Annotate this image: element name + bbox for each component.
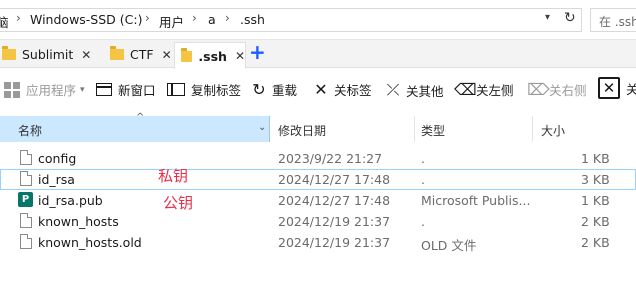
close-right-button[interactable]: ⌦ 关右侧 [527,80,587,99]
file-row-known-hosts-old[interactable]: known_hosts.old 2024/12/19 21:37 OLD 文件 … [0,232,636,253]
close-icon[interactable]: ✕ [235,49,245,63]
file-row-id-rsa-pub[interactable]: P id_rsa.pub 2024/12/27 17:48 Microsoft … [0,190,636,211]
file-name: id_rsa [38,172,75,187]
close-icon: ✕ [314,80,328,99]
chevron-right-icon[interactable]: › [225,11,230,25]
add-tab-button[interactable]: + [249,40,266,64]
column-type-header[interactable]: 类型 [421,122,445,139]
chevron-right-icon[interactable]: › [192,11,197,25]
file-icon [20,171,32,186]
file-name: config [38,151,77,166]
file-modified: 2024/12/19 21:37 [278,235,391,250]
column-divider[interactable] [414,116,415,142]
breadcrumb-users[interactable]: 用户 [159,12,184,31]
publisher-icon: P [18,192,36,207]
file-icon [20,234,32,249]
file-size: 1 KB [581,193,610,208]
close-tab-label: 关标签 [334,83,372,98]
breadcrumb-user[interactable]: a [208,12,216,27]
chevron-down-icon[interactable]: ▾ [545,12,550,23]
file-size: 1 KB [581,151,610,166]
breadcrumb-this-pc[interactable]: 脑 [0,12,9,31]
reload-label: 重载 [272,83,298,98]
close-left-label: 关左侧 [476,83,514,98]
file-type: . [421,214,425,229]
folder-icon [181,47,193,62]
new-window-label: 新窗口 [118,83,156,98]
reload-button[interactable]: ↻ 重载 [250,80,297,99]
search-placeholder: 在 .ssh [599,15,636,29]
file-icon [20,150,32,165]
copy-tab-label: 复制标签 [191,83,242,98]
column-modified-header[interactable]: 修改日期 [278,122,326,139]
column-name-label[interactable]: 名称 [18,122,42,139]
close-left-icon: ⌫ [454,80,477,99]
folder-icon [2,46,16,60]
public-key-annotation: 公钥 [163,194,194,212]
tab-sublimit[interactable]: Sublimit ✕ [0,42,104,67]
reload-icon: ↻ [252,80,266,99]
close-all-icon: ✕ [598,77,620,99]
apps-button[interactable]: 应用程序 ▾ [4,80,85,99]
file-type: Microsoft Publis... [421,193,531,208]
copy-tab-button[interactable]: 复制标签 [167,80,241,99]
tab-ssh[interactable]: .ssh ✕ [174,42,246,69]
private-key-annotation: 私钥 [158,167,189,185]
column-divider[interactable] [532,116,533,142]
close-others-icon: ⤫ [386,80,400,99]
close-all-label: 关 [626,81,636,97]
chevron-right-icon[interactable]: › [145,11,150,25]
file-row-config[interactable]: config 2023/9/22 21:27 . 1 KB [0,148,636,169]
file-name: known_hosts [38,214,119,229]
tab-label: Sublimit [22,47,74,62]
close-right-icon: ⌦ [527,80,550,99]
file-size: 3 KB [581,172,610,187]
file-modified: 2023/9/22 21:27 [278,151,383,166]
column-size-header[interactable]: 大小 [541,122,565,139]
copy-tab-icon [167,83,185,96]
close-others-label: 关其他 [406,83,444,99]
file-size: 2 KB [581,214,610,229]
close-tab-button[interactable]: ✕ 关标签 [312,80,372,99]
tab-bar: Sublimit ✕ CTF ✕ .ssh ✕ + [0,40,636,69]
close-icon[interactable]: ✕ [81,48,91,62]
window-icon [96,83,112,96]
folder-icon [110,46,124,60]
file-row-known-hosts[interactable]: known_hosts 2024/12/19 21:37 . 2 KB [0,211,636,232]
breadcrumb-ssh[interactable]: .ssh [240,12,265,27]
column-headers: ^ 名称 ⌄ 修改日期 类型 大小 [0,112,636,142]
tab-label: .ssh [198,48,227,64]
file-type: . [421,172,425,187]
file-size: 2 KB [581,235,610,250]
search-input[interactable]: 在 .ssh [590,8,636,32]
new-window-button[interactable]: 新窗口 [96,80,156,99]
file-row-id-rsa[interactable]: id_rsa 2024/12/27 17:48 . 3 KB [0,169,636,190]
file-type: . [421,151,425,166]
file-modified: 2024/12/19 21:37 [278,214,391,229]
close-others-button[interactable]: ⤫ 关其他 [384,80,444,100]
chevron-down-icon: ▾ [80,84,85,95]
close-left-button[interactable]: ⌫ 关左侧 [454,80,514,99]
address-bar: 脑 › Windows-SSD (C:) › 用户 › a › .ssh ▾ ↻… [0,0,636,40]
apps-label: 应用程序 [26,83,77,98]
breadcrumb-drive[interactable]: Windows-SSD (C:) [30,12,142,27]
refresh-icon[interactable]: ↻ [564,10,576,26]
chevron-right-icon[interactable]: › [16,11,21,25]
tab-label: CTF [130,47,154,62]
apps-grid-icon [4,81,20,98]
sort-ascending-icon: ^ [136,112,145,123]
file-name: id_rsa.pub [38,193,103,208]
file-icon [20,213,32,228]
file-name: known_hosts.old [38,235,142,250]
close-right-label: 关右侧 [549,83,587,98]
file-type: OLD 文件 [421,238,477,253]
file-modified: 2024/12/27 17:48 [278,193,391,208]
close-all-button[interactable]: ✕ 关 [598,77,636,99]
chevron-down-icon[interactable]: ⌄ [258,122,266,133]
close-icon[interactable]: ✕ [162,48,172,62]
tab-ctf[interactable]: CTF ✕ [104,42,174,67]
toolbar: 应用程序 ▾ 新窗口 复制标签 ↻ 重载 ✕ 关标签 ⤫ 关其他 ⌫ 关左侧 ⌦… [0,70,636,112]
file-modified: 2024/12/27 17:48 [278,172,391,187]
